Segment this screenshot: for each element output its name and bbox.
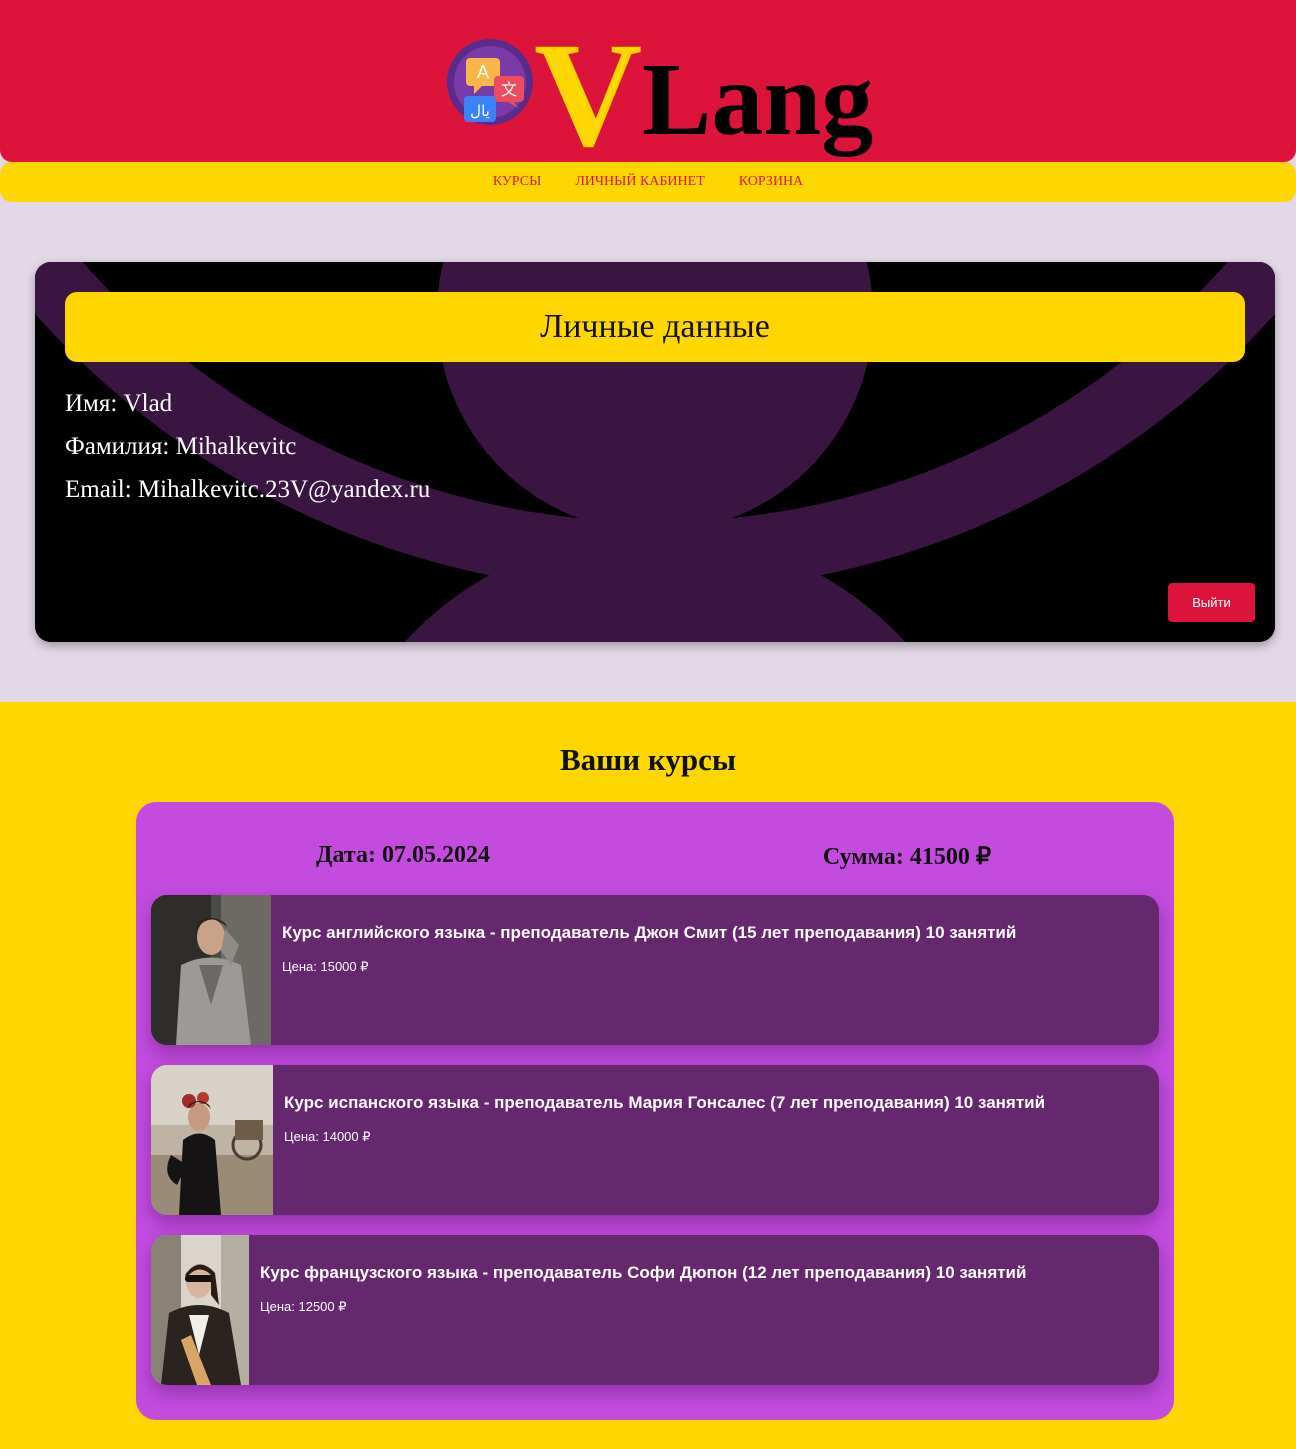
- course-price: Цена: 15000 ₽: [282, 959, 369, 974]
- translate-icon: A 文 یال: [447, 39, 533, 125]
- order-date: Дата: 07.05.2024: [316, 842, 490, 868]
- profile-title: Личные данные: [65, 292, 1245, 362]
- site-logo[interactable]: A 文 یال V Lang: [446, 20, 886, 170]
- logo-letter: V: [534, 12, 643, 178]
- teacher-photo: [151, 1065, 273, 1215]
- order-sum: Сумма: 41500 ₽: [822, 844, 992, 870]
- nav-link-courses[interactable]: КУРСЫ: [493, 174, 541, 190]
- profile-name: Имя: Vlad: [65, 390, 173, 417]
- svg-text:یال: یال: [470, 102, 490, 120]
- course-item-english[interactable]: Курс английского языка - преподаватель Д…: [151, 895, 1159, 1045]
- courses-section: Ваши курсы Дата: 07.05.2024 Сумма: 41500…: [0, 702, 1296, 1449]
- order-card: Дата: 07.05.2024 Сумма: 41500 ₽ Курс анг…: [136, 802, 1174, 1420]
- main-nav: КУРСЫ ЛИЧНЫЙ КАБИНЕТ КОРЗИНА: [0, 162, 1296, 202]
- course-name: Курс испанского языка - преподаватель Ма…: [284, 1093, 1046, 1112]
- profile-surname: Фамилия: Mihalkevitc: [65, 433, 297, 460]
- course-item-french[interactable]: Курс французского языка - преподаватель …: [151, 1235, 1159, 1385]
- teacher-photo: [151, 895, 271, 1045]
- profile-card: Личные данные Имя: Vlad Фамилия: Mihalke…: [35, 262, 1275, 642]
- course-price: Цена: 14000 ₽: [284, 1129, 371, 1144]
- courses-heading: Ваши курсы: [559, 742, 737, 777]
- course-name: Курс английского языка - преподаватель Д…: [282, 923, 1017, 942]
- svg-text:文: 文: [501, 80, 517, 99]
- course-item-spanish[interactable]: Курс испанского языка - преподаватель Ма…: [151, 1065, 1159, 1215]
- course-price: Цена: 12500 ₽: [260, 1299, 347, 1314]
- teacher-photo: [151, 1235, 249, 1385]
- nav-link-cart[interactable]: КОРЗИНА: [739, 174, 803, 190]
- logo-word: Lang: [642, 42, 874, 157]
- profile-email: Email: Mihalkevitc.23V@yandex.ru: [65, 476, 431, 503]
- site-header: A 文 یال V Lang: [0, 0, 1296, 170]
- nav-link-account[interactable]: ЛИЧНЫЙ КАБИНЕТ: [575, 174, 704, 190]
- course-name: Курс французского языка - преподаватель …: [260, 1263, 1027, 1282]
- svg-text:A: A: [477, 62, 489, 82]
- logout-button[interactable]: Выйти: [1168, 583, 1255, 622]
